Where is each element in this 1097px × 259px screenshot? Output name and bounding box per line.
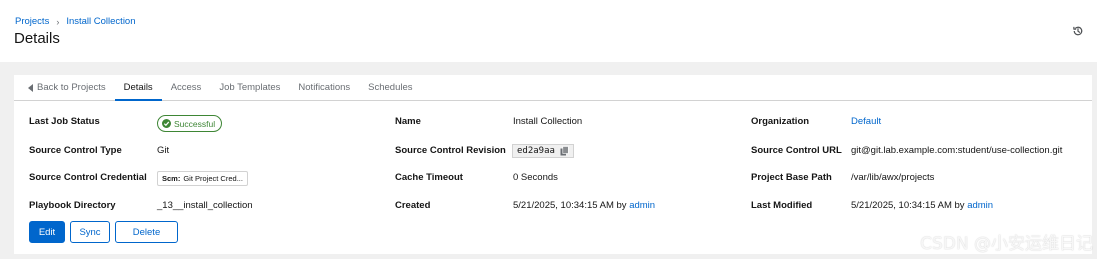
caret-left-icon — [28, 83, 33, 92]
revision-hash: ed2a9aa — [517, 146, 555, 156]
delete-button[interactable]: Delete — [115, 221, 178, 243]
tab-access[interactable]: Access — [162, 75, 211, 100]
organization-link[interactable]: Default — [851, 116, 881, 127]
tab-label: Job Templates — [219, 82, 281, 93]
breadcrumb-separator: › — [56, 16, 60, 27]
last-modified-label: Last Modified — [751, 200, 813, 211]
created-value: 5/21/2025, 10:34:15 AM by admin — [513, 200, 655, 211]
tab-label: Details — [123, 82, 153, 93]
source-control-type-label: Source Control Type — [29, 145, 122, 156]
history-icon[interactable] — [1071, 24, 1085, 38]
last-job-status-label: Last Job Status — [29, 116, 100, 127]
copy-icon[interactable] — [560, 146, 569, 156]
tab-schedules[interactable]: Schedules — [359, 75, 421, 100]
modified-timestamp: 5/21/2025, 10:34:15 AM by — [851, 200, 965, 211]
tab-label: Access — [170, 82, 202, 93]
name-value: Install Collection — [513, 116, 583, 127]
tab-job-templates[interactable]: Job Templates — [210, 75, 289, 100]
project-base-path-label: Project Base Path — [751, 172, 832, 183]
tab-label: Notifications — [298, 82, 351, 93]
project-details-card: Back to Projects Details Access Job Temp… — [14, 75, 1092, 254]
page-header: Projects › Install Collection Details — [0, 0, 1097, 62]
created-by-user-link[interactable]: admin — [629, 200, 655, 211]
organization-label: Organization — [751, 116, 810, 127]
source-control-url-label: Source Control URL — [751, 145, 842, 156]
tab-back-to-projects[interactable]: Back to Projects — [26, 75, 115, 100]
created-timestamp: 5/21/2025, 10:34:15 AM by — [513, 200, 627, 211]
source-control-revision-label: Source Control Revision — [395, 145, 506, 156]
playbook-directory-label: Playbook Directory — [29, 200, 116, 211]
tab-label: Schedules — [368, 82, 413, 93]
sync-button[interactable]: Sync — [70, 221, 110, 243]
cache-timeout-label: Cache Timeout — [395, 172, 463, 183]
credential-name: Git Project Cred... — [183, 174, 243, 183]
source-control-credential-label: Source Control Credential — [29, 172, 147, 183]
tab-details[interactable]: Details — [114, 75, 162, 101]
check-circle-icon — [162, 119, 171, 128]
source-control-type-value: Git — [157, 145, 170, 156]
status-text: Successful — [174, 118, 216, 129]
breadcrumb-projects-link[interactable]: Projects — [15, 16, 49, 27]
tab-bar: Back to Projects Details Access Job Temp… — [14, 75, 1092, 101]
project-base-path-value: /var/lib/awx/projects — [851, 172, 935, 183]
revision-value: ed2a9aa — [512, 144, 574, 158]
tab-notifications[interactable]: Notifications — [289, 75, 359, 100]
cache-timeout-value: 0 Seconds — [513, 172, 558, 183]
watermark: CSDN @小安运维日记 — [920, 234, 1093, 254]
page-title: Details — [14, 30, 60, 47]
source-control-url-value: git@git.lab.example.com:student/use-coll… — [851, 145, 1063, 156]
name-label: Name — [395, 116, 421, 127]
breadcrumb: Projects › Install Collection — [15, 16, 136, 27]
breadcrumb-project-link[interactable]: Install Collection — [66, 16, 135, 27]
created-label: Created — [395, 200, 431, 211]
tab-label: Back to Projects — [37, 82, 106, 93]
credential-kind: Scm: — [162, 174, 181, 183]
modified-by-user-link[interactable]: admin — [967, 200, 993, 211]
edit-button[interactable]: Edit — [29, 221, 65, 243]
last-modified-value: 5/21/2025, 10:34:15 AM by admin — [851, 200, 993, 211]
status-badge[interactable]: Successful — [157, 115, 223, 132]
playbook-directory-value: _13__install_collection — [157, 200, 253, 211]
credential-chip[interactable]: Scm: Git Project Cred... — [157, 171, 248, 186]
